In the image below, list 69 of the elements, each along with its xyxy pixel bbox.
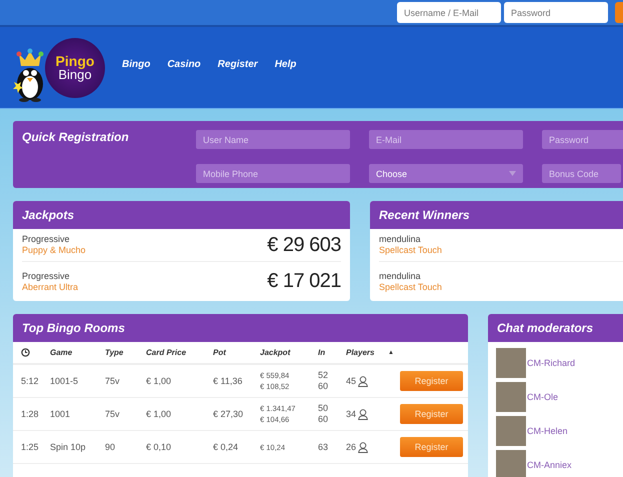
table-cell-text: € 1,00 (146, 409, 172, 419)
table-cell-text: 75v (105, 409, 121, 419)
table-cell-text: 60 (318, 414, 330, 425)
column-header[interactable]: In (318, 348, 346, 357)
winner-name: mendulina (379, 270, 422, 282)
table-cell-text: 52 (318, 370, 330, 381)
jackpot-type: Progressive (22, 270, 71, 282)
jackpot-amount: € 17 021 (267, 270, 341, 293)
input-field[interactable]: Bonus Code (542, 164, 621, 183)
table-cell-text: Spin 10p (50, 442, 87, 452)
photo-placeholder (496, 348, 526, 378)
table-cell: 26 (346, 442, 356, 452)
jackpot-amount: € 29 603 (267, 234, 341, 256)
password-field[interactable]: Password (504, 2, 608, 23)
table-cell-text: 90 (105, 442, 116, 452)
nav-link[interactable]: Casino (167, 59, 201, 70)
table-cell-text: € 0,24 (213, 442, 240, 452)
photo-placeholder (496, 450, 526, 477)
table-cell-text: 1:25 (21, 442, 40, 452)
caret-icon (509, 171, 516, 176)
select-dropdown[interactable]: Choose (369, 164, 523, 183)
column-header[interactable]: Players (346, 348, 388, 357)
table-cell-text: 1001-5 (50, 376, 80, 386)
moderator-link[interactable]: CM-Richard (527, 358, 576, 368)
input-field[interactable]: Mobile Phone (196, 164, 350, 183)
username-field[interactable]: Username / E-Mail (397, 2, 501, 23)
input-field[interactable]: E-Mail (369, 130, 523, 149)
panel-title: Chat moderators (488, 314, 623, 342)
column-header[interactable]: Game (50, 348, 105, 357)
input-field[interactable]: Password (542, 130, 623, 149)
photo-placeholder (496, 382, 526, 412)
clock-icon (21, 348, 30, 357)
moderator-link[interactable]: CM-Anniex (527, 460, 572, 470)
logo-text: Pingo (56, 54, 94, 68)
input-field[interactable]: User Name (196, 130, 350, 149)
nav-link[interactable]: Register (218, 59, 258, 70)
table-cell: 34 (346, 409, 356, 419)
table-cell-text: € 11,36 (213, 376, 244, 386)
person-icon (358, 408, 368, 420)
table-cell-text: 5:12 (21, 376, 40, 386)
column-header[interactable]: Jackpot (260, 348, 318, 357)
winner-name: mendulina (379, 234, 422, 245)
photo-placeholder (496, 416, 526, 446)
table-cell-text: 1001 (50, 409, 72, 419)
nav-link[interactable]: Help (274, 59, 296, 70)
panel-title: Recent Winners (370, 201, 623, 229)
table-cell: 45 (346, 376, 356, 386)
column-header[interactable]: Type (105, 348, 146, 357)
person-icon (358, 442, 368, 452)
logo-badge[interactable]: Pingo Bingo (45, 38, 105, 98)
table-cell-text: 75v (105, 376, 121, 386)
moderator-link[interactable]: CM-Ole (527, 392, 558, 402)
column-header[interactable]: Pot (213, 348, 260, 357)
nav-link[interactable]: Bingo (122, 59, 150, 70)
moderator-link[interactable]: CM-Helen (527, 426, 568, 436)
column-header[interactable]: Card Price (146, 348, 213, 357)
table-cell-text: € 1,00 (146, 376, 172, 386)
logo-text: Bingo (58, 68, 92, 81)
table-cell-text: € 27,30 (213, 409, 244, 419)
person-icon (358, 376, 368, 386)
jackpot-type: Progressive (22, 234, 71, 245)
table-cell-text: 50 (318, 403, 330, 414)
table-cell-text: 1:28 (21, 409, 40, 419)
panel-title: Top Bingo Rooms (13, 314, 468, 342)
panel-title: Jackpots (13, 201, 350, 229)
table-cell-text: € 0,10 (146, 442, 172, 452)
table-cell-text: 60 (318, 381, 330, 392)
panel-title: Quick Registration (22, 130, 130, 146)
table-cell-text: 63 (318, 442, 330, 452)
